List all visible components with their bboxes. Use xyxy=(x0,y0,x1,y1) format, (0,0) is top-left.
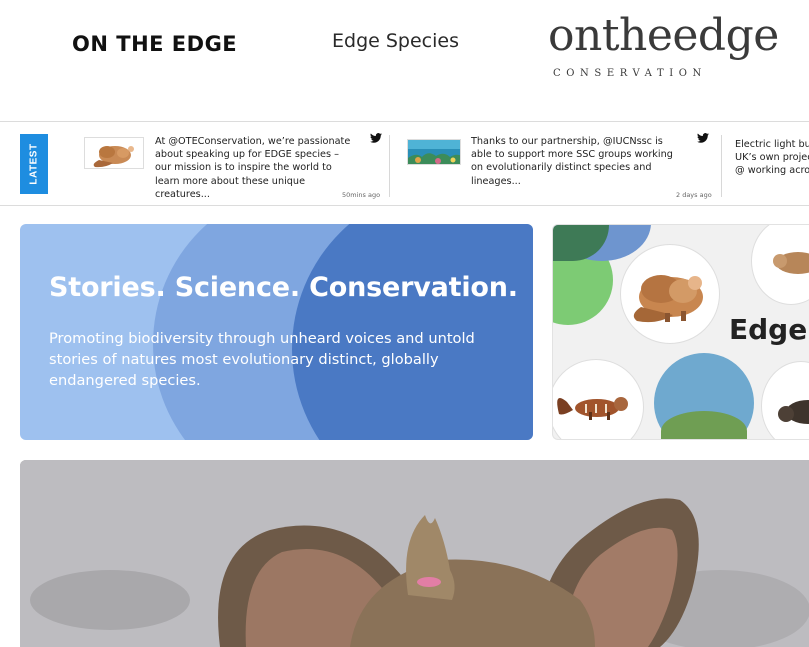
divider xyxy=(721,135,722,197)
ticker-time: 2 days ago xyxy=(676,191,712,199)
aye-aye-photo xyxy=(20,460,809,647)
animal-image xyxy=(778,400,809,424)
nav-link-edge-species[interactable]: Edge Species xyxy=(332,30,459,52)
animal-image xyxy=(773,252,809,274)
numbat-circle xyxy=(553,359,644,439)
ticker-item[interactable]: At @OTEConservation, we’re passionate ab… xyxy=(84,133,382,200)
pangolin-image xyxy=(633,275,703,323)
on-the-edge-conservation-logo[interactable]: ontheedge CONSERVATION xyxy=(548,10,779,90)
coral-reef-image xyxy=(408,140,460,164)
hero-banner[interactable]: Stories. Science. Conservation. Promotin… xyxy=(20,224,533,440)
latest-label: LATEST xyxy=(28,143,40,185)
twitter-icon xyxy=(370,133,382,143)
latest-ticker: LATEST At @OTEConservation, we’re passio… xyxy=(0,123,809,206)
site-header: ON THE EDGE Edge Species ontheedge CONSE… xyxy=(0,0,809,122)
edge-species-card[interactable]: Edge S xyxy=(552,224,809,440)
logo-wordmark: ontheedge xyxy=(548,10,779,61)
ticker-text: At @OTEConservation, we’re passionate ab… xyxy=(155,136,351,200)
pangolin-circle xyxy=(620,244,720,344)
numbat-image xyxy=(557,397,628,420)
divider xyxy=(389,135,390,197)
species-card-title: Edge S xyxy=(729,313,809,346)
twitter-icon xyxy=(697,133,709,143)
pangolin-thumbnail xyxy=(84,137,144,169)
ticker-text: Electric light bul of the UK’s own proje… xyxy=(735,139,809,177)
hero-title: Stories. Science. Conservation. xyxy=(49,272,518,303)
logo-subtitle: CONSERVATION xyxy=(553,68,707,79)
ticker-time: 50mins ago xyxy=(342,191,381,199)
on-the-edge-logo[interactable]: ON THE EDGE xyxy=(72,32,237,56)
mole-rat-circle xyxy=(751,225,809,305)
ticker-item[interactable]: Electric light bul of the UK’s own proje… xyxy=(735,133,809,199)
feature-photo[interactable] xyxy=(20,460,809,647)
coral-thumbnail xyxy=(407,139,461,165)
latest-tab: LATEST xyxy=(20,134,48,194)
pangolin-image xyxy=(85,138,143,168)
ticker-item[interactable]: Thanks to our partnership, @IUCNssc is a… xyxy=(407,133,713,199)
hero-body: Promoting biodiversity through unheard v… xyxy=(49,330,475,389)
animal-circle xyxy=(761,361,809,439)
ticker-text: Thanks to our partnership, @IUCNssc is a… xyxy=(471,136,673,187)
